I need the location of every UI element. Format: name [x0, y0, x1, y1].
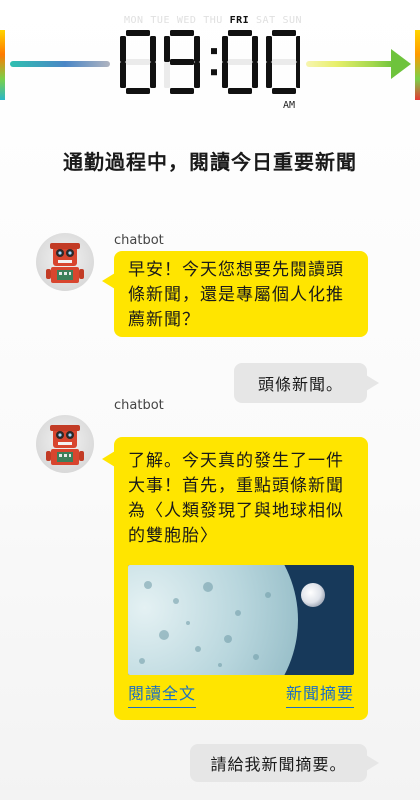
chatbot-news-bubble: 了解。今天真的發生了一件大事！首先，重點頭條新聞為〈人類發現了與地球相似的雙胞胎…: [102, 437, 368, 720]
weekday-mon: MON: [124, 15, 144, 26]
timeline-right-bar: [306, 61, 394, 67]
message-sender-name: chatbot: [114, 398, 164, 413]
clock-time-display: [120, 30, 300, 94]
clock-digit-segment: [252, 62, 258, 88]
clock-digit-segment: [228, 88, 252, 94]
clock-digit-segment: [222, 62, 228, 88]
clock-digit-segment: [126, 30, 150, 36]
right-edge-color-bar: [415, 30, 420, 100]
clock-digit-segment: [228, 59, 252, 65]
news-planet-image[interactable]: [128, 565, 354, 675]
clock-colon-dot: [211, 69, 217, 76]
weekday-fri-active: FRI: [229, 15, 250, 26]
robot-icon: [46, 425, 84, 465]
clock-digit-segment: [222, 36, 228, 62]
weekday-sat: SAT: [256, 15, 276, 26]
clock-digit-segment: [120, 36, 126, 62]
news-action-links: 閱讀全文 新聞摘要: [128, 681, 354, 708]
chatbot-avatar: [36, 233, 94, 291]
user-message-bubble: 頭條新聞。: [234, 363, 367, 403]
weekday-sun: SUN: [282, 15, 302, 26]
page-title: 通勤過程中，閱讀今日重要新聞: [63, 150, 357, 174]
clock-header: MON TUE WED THU FRI SAT SUN AM: [0, 0, 420, 112]
clock-digit-segment: [272, 88, 296, 94]
clock-digit-segment: [170, 30, 194, 36]
clock-digit-segment: [164, 36, 170, 62]
clock-digit-segment: [126, 59, 150, 65]
chatbot-message-bubble: 早安！今天您想要先閱讀頭條新聞，還是專屬個人化推薦新聞？: [102, 251, 368, 337]
user-message-bubble: 請給我新聞摘要。: [190, 744, 367, 782]
clock-digit-segment: [266, 36, 272, 62]
read-full-article-link[interactable]: 閱讀全文: [128, 681, 197, 708]
clock-digit-segment: [228, 30, 252, 36]
clock-digit-segment: [170, 88, 194, 94]
clock-digit-segment: [126, 88, 150, 94]
clock-digit-segment: [296, 36, 300, 62]
clock-colon-dot: [211, 48, 217, 55]
clock-digit-segment: [194, 62, 200, 88]
clock-digit-segment: [296, 62, 300, 88]
timeline-left-bar: [10, 61, 110, 67]
user-message-text: 頭條新聞。: [257, 375, 343, 394]
weekday-tue: TUE: [150, 15, 170, 26]
clock-digit-segment: [266, 62, 272, 88]
message-sender-name: chatbot: [114, 233, 164, 248]
chatbot-avatar: [36, 415, 94, 473]
weekday-row: MON TUE WED THU FRI SAT SUN: [124, 15, 302, 26]
weekday-wed: WED: [176, 15, 197, 26]
clock-digit-segment: [252, 36, 258, 62]
clock-digit-segment: [272, 30, 296, 36]
weekday-thu: THU: [203, 15, 223, 26]
clock-digit-segment: [120, 62, 126, 88]
chatbot-message-text: 早安！今天您想要先閱讀頭條新聞，還是專屬個人化推薦新聞？: [128, 260, 344, 330]
clock-digit-segment: [170, 59, 194, 65]
clock-ampm: AM: [283, 100, 296, 111]
clock-digit-segment: [194, 36, 200, 62]
left-edge-color-bar: [0, 30, 5, 100]
clock-digit-segment: [150, 36, 156, 62]
chatbot-message-text: 了解。今天真的發生了一件大事！首先，重點頭條新聞為〈人類發現了與地球相似的雙胞胎…: [128, 451, 344, 546]
clock-digit-segment: [164, 62, 170, 88]
arrow-right-icon: [391, 49, 411, 79]
user-message-text: 請給我新聞摘要。: [210, 755, 347, 774]
clock-digit-segment: [272, 59, 296, 65]
robot-icon: [46, 243, 84, 283]
clock-digit-segment: [150, 62, 156, 88]
news-summary-link[interactable]: 新聞摘要: [285, 681, 354, 708]
